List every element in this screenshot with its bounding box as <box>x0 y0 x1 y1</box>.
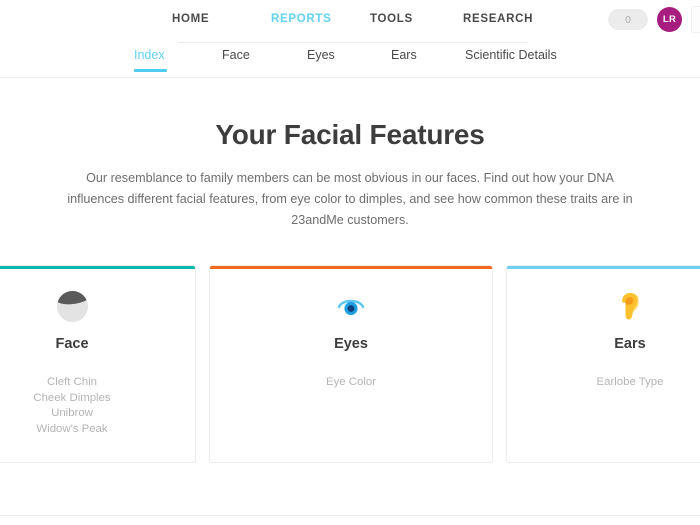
tab-index[interactable]: Index <box>134 48 222 72</box>
card-accent-bar-face <box>0 266 195 269</box>
page-title: Your Facial Features <box>215 119 485 150</box>
card-trait-list-face: Cleft Chin Cheek Dimples Unibrow Widow's… <box>0 375 195 437</box>
avatar[interactable]: LR <box>657 7 682 32</box>
tab-eyes[interactable]: Eyes <box>307 48 391 72</box>
card-title-ears: Ears <box>614 336 646 352</box>
trait-item[interactable]: Unibrow <box>0 406 195 422</box>
nav-item-research[interactable]: RESEARCH <box>463 13 553 25</box>
card-accent-bar-ears <box>507 266 700 269</box>
tab-scientific-details[interactable]: Scientific Details <box>465 48 585 72</box>
card-trait-list-ears: Earlobe Type <box>507 375 700 391</box>
card-icon-wrapper-face <box>0 288 195 324</box>
account-menu-edge[interactable] <box>691 6 700 33</box>
trait-item[interactable]: Eye Color <box>210 375 492 391</box>
card-title-eyes: Eyes <box>334 336 368 352</box>
card-trait-list-eyes: Eye Color <box>210 375 492 391</box>
page-hero: Your Facial Features Our resemblance to … <box>0 118 700 231</box>
tab-bar-divider <box>0 77 700 78</box>
card-icon-wrapper-eyes <box>210 288 492 324</box>
card-icon-wrapper-ears <box>507 288 700 324</box>
face-icon <box>56 290 88 322</box>
card-accent-bar-eyes <box>210 266 492 269</box>
page-description: Our resemblance to family members can be… <box>67 170 633 227</box>
primary-nav-links: HOME REPORTS TOOLS RESEARCH <box>172 13 553 25</box>
nav-item-home[interactable]: HOME <box>172 13 271 25</box>
report-tab-bar: Index Face Eyes Ears Scientific Details <box>0 48 700 77</box>
nav-right-cluster: 0 LR <box>608 6 700 33</box>
trait-item[interactable]: Earlobe Type <box>507 375 700 391</box>
trait-item[interactable]: Cheek Dimples <box>0 391 195 407</box>
cart-count-badge[interactable]: 0 <box>608 9 648 30</box>
footer-divider <box>0 515 700 516</box>
trait-item[interactable]: Cleft Chin <box>0 375 195 391</box>
feature-card-ears[interactable]: Ears Earlobe Type <box>506 265 700 463</box>
feature-card-face[interactable]: Face Cleft Chin Cheek Dimples Unibrow Wi… <box>0 265 196 463</box>
feature-card-row: Face Cleft Chin Cheek Dimples Unibrow Wi… <box>0 265 700 465</box>
trait-item[interactable]: Widow's Peak <box>0 422 195 438</box>
top-navigation-bar: HOME REPORTS TOOLS RESEARCH 0 LR <box>0 0 700 37</box>
tab-face[interactable]: Face <box>222 48 307 72</box>
nav-item-tools[interactable]: TOOLS <box>370 13 463 25</box>
nav-divider <box>178 42 528 43</box>
tab-ears[interactable]: Ears <box>391 48 465 72</box>
ear-icon <box>622 292 639 320</box>
eye-icon <box>337 299 365 316</box>
card-title-face: Face <box>55 336 89 352</box>
nav-item-reports[interactable]: REPORTS <box>271 13 370 25</box>
feature-card-eyes[interactable]: Eyes Eye Color <box>209 265 493 463</box>
